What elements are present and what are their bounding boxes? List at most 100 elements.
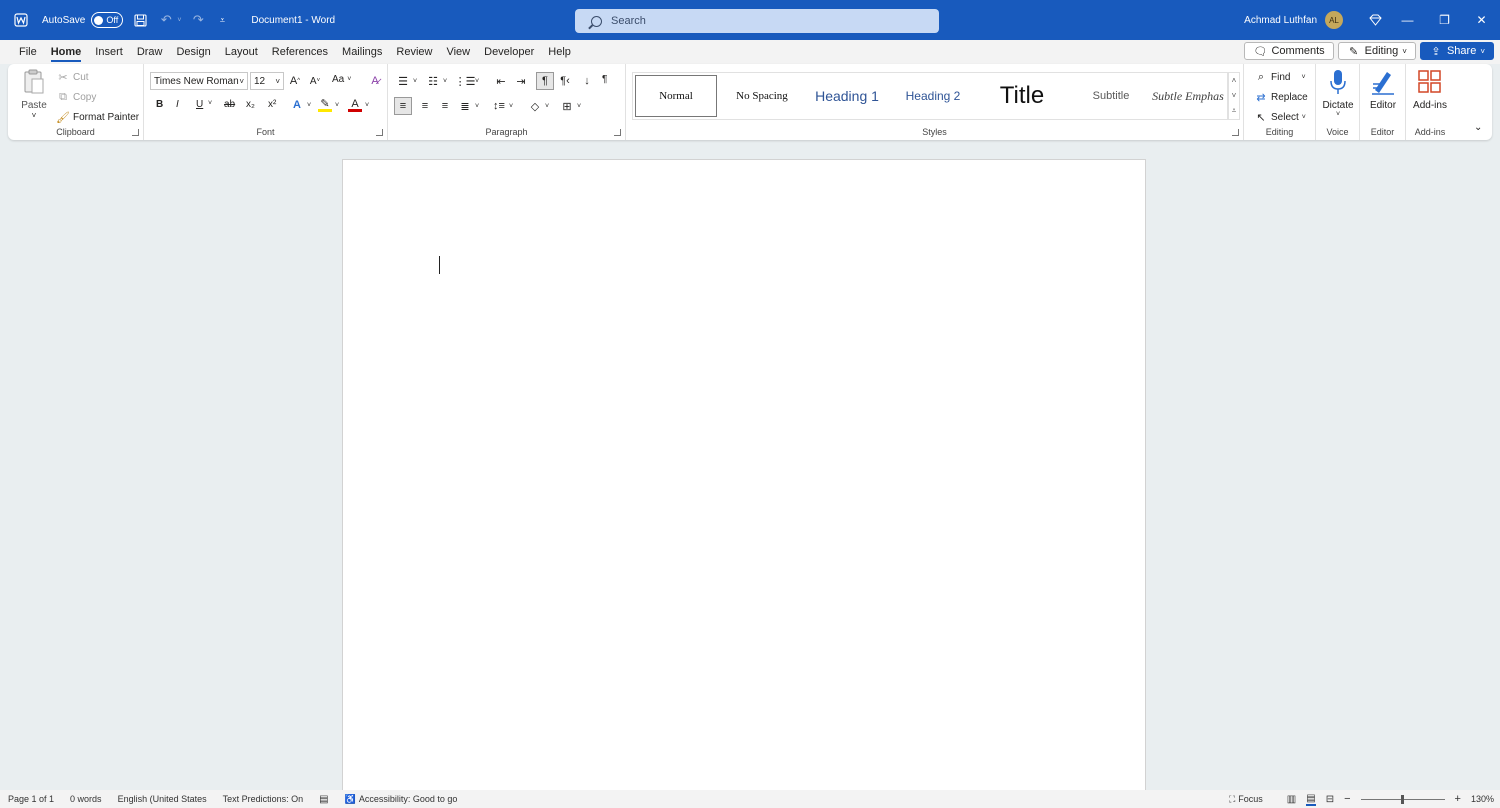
- addins-button[interactable]: Add-ins: [1408, 68, 1452, 111]
- numbering-button[interactable]: ☷ ˅: [426, 74, 447, 88]
- web-layout-icon[interactable]: ⊟: [1326, 794, 1334, 805]
- multilevel-list-button[interactable]: ⋮☰ ˅: [455, 74, 480, 88]
- bold-button[interactable]: B: [156, 99, 163, 110]
- chevron-up-icon[interactable]: ˄: [1232, 76, 1237, 85]
- tab-review[interactable]: Review: [389, 40, 439, 64]
- tab-file[interactable]: File: [12, 40, 44, 64]
- align-left-button[interactable]: ≡: [394, 97, 412, 115]
- align-right-button[interactable]: ≡: [438, 99, 452, 113]
- tab-layout[interactable]: Layout: [218, 40, 265, 64]
- chevron-down-icon[interactable]: ˅: [1232, 91, 1237, 100]
- sort-button[interactable]: ↓: [580, 74, 594, 88]
- dictate-button[interactable]: Dictate ˅: [1316, 68, 1360, 118]
- zoom-out-button[interactable]: −: [1344, 793, 1350, 805]
- share-button[interactable]: ⇪ Share ˅: [1419, 42, 1494, 60]
- tab-mailings[interactable]: Mailings: [335, 40, 389, 64]
- strikethrough-button[interactable]: ab: [224, 99, 235, 110]
- document-page[interactable]: [342, 159, 1146, 791]
- comments-button[interactable]: 🗨 Comments: [1244, 42, 1334, 60]
- search-box[interactable]: Search: [575, 9, 939, 33]
- diamond-premium-icon[interactable]: [1361, 0, 1389, 40]
- find-button[interactable]: ⌕ Find ˅: [1254, 70, 1306, 84]
- zoom-level[interactable]: 130%: [1471, 794, 1494, 804]
- tab-view[interactable]: View: [439, 40, 477, 64]
- align-center-button[interactable]: ≡: [418, 99, 432, 113]
- word-app-icon[interactable]: [12, 11, 30, 29]
- rtl-button[interactable]: ¶‹: [558, 74, 572, 88]
- style-title[interactable]: Title: [977, 75, 1067, 117]
- chevron-down-icon[interactable]: ˅: [1336, 111, 1340, 118]
- user-name[interactable]: Achmad Luthfan: [1244, 15, 1317, 26]
- borders-button[interactable]: ⊞ ˅: [560, 99, 581, 113]
- customize-quick-access-icon[interactable]: ⩡: [213, 11, 231, 29]
- collapse-ribbon-button[interactable]: ⌄: [1474, 122, 1482, 133]
- subscript-button[interactable]: x₂: [246, 99, 255, 110]
- paragraph-launcher-icon[interactable]: [614, 129, 621, 136]
- accessibility-status[interactable]: ♿ Accessibility: Good to go: [345, 794, 458, 805]
- page-count[interactable]: Page 1 of 1: [8, 794, 54, 804]
- read-mode-icon[interactable]: ▥: [1287, 794, 1296, 805]
- ltr-button[interactable]: ¶: [536, 72, 554, 90]
- shading-button[interactable]: ◇ ˅: [528, 99, 549, 113]
- tab-home[interactable]: Home: [44, 40, 89, 64]
- zoom-slider[interactable]: [1360, 794, 1445, 804]
- highlight-button[interactable]: ✎ ˅: [318, 98, 339, 112]
- style-heading-2[interactable]: Heading 2: [891, 75, 975, 117]
- editing-mode-button[interactable]: ✎ Editing ˅: [1337, 42, 1416, 60]
- zoom-slider-thumb[interactable]: [1400, 794, 1404, 804]
- decrease-indent-button[interactable]: ⇤: [494, 74, 508, 88]
- undo-dropdown-icon[interactable]: ˅: [175, 11, 183, 29]
- paste-button[interactable]: Paste ˅: [12, 68, 56, 120]
- grow-font-button[interactable]: A ^: [288, 74, 302, 88]
- word-count[interactable]: 0 words: [70, 794, 102, 804]
- underline-dropdown[interactable]: ˅: [208, 100, 212, 107]
- replace-button[interactable]: ⇄ Replace: [1254, 90, 1307, 104]
- restore-icon[interactable]: ❐: [1426, 0, 1463, 40]
- shrink-font-button[interactable]: A ˅: [308, 74, 322, 88]
- language[interactable]: English (United States: [118, 794, 207, 804]
- zoom-in-button[interactable]: +: [1455, 793, 1461, 805]
- more-styles-icon[interactable]: ⩡: [1232, 106, 1237, 116]
- minimize-icon[interactable]: —: [1389, 0, 1426, 40]
- font-size-combo[interactable]: 12 ˅: [250, 72, 284, 90]
- styles-launcher-icon[interactable]: [1232, 129, 1239, 136]
- avatar[interactable]: AL: [1325, 11, 1343, 29]
- tab-developer[interactable]: Developer: [477, 40, 541, 64]
- style-subtitle[interactable]: Subtitle: [1069, 75, 1153, 117]
- tab-help[interactable]: Help: [541, 40, 578, 64]
- font-name-combo[interactable]: Times New Roman ˅: [150, 72, 248, 90]
- clear-formatting-button[interactable]: A̷: [368, 74, 382, 88]
- editor-button[interactable]: Editor: [1361, 68, 1405, 111]
- save-icon[interactable]: [131, 11, 149, 29]
- autosave-toggle[interactable]: Off: [91, 12, 124, 28]
- font-color-button[interactable]: A ˅: [348, 98, 369, 112]
- select-button[interactable]: ↖ Select ˅: [1254, 110, 1306, 124]
- track-changes-icon[interactable]: ▤: [319, 794, 328, 805]
- close-icon[interactable]: ✕: [1463, 0, 1500, 40]
- change-case-button[interactable]: Aa ˅: [332, 74, 351, 85]
- tab-references[interactable]: References: [265, 40, 335, 64]
- clipboard-launcher-icon[interactable]: [132, 129, 139, 136]
- print-layout-icon[interactable]: ▤: [1306, 793, 1316, 806]
- justify-button[interactable]: ≣ ˅: [458, 99, 479, 113]
- tab-insert[interactable]: Insert: [88, 40, 130, 64]
- tab-design[interactable]: Design: [169, 40, 217, 64]
- redo-icon[interactable]: ↷: [189, 11, 207, 29]
- increase-indent-button[interactable]: ⇥: [514, 74, 528, 88]
- chevron-down-icon[interactable]: ˅: [32, 111, 37, 120]
- text-predictions[interactable]: Text Predictions: On: [223, 794, 304, 804]
- style-no-spacing[interactable]: No Spacing: [721, 75, 803, 117]
- underline-button[interactable]: U: [196, 99, 203, 110]
- italic-button[interactable]: I: [176, 99, 179, 110]
- tab-draw[interactable]: Draw: [130, 40, 170, 64]
- style-subtle-emphasis[interactable]: Subtle Emphas: [1147, 75, 1229, 117]
- show-formatting-button[interactable]: ¶: [602, 74, 607, 85]
- undo-icon[interactable]: ↶: [157, 11, 175, 29]
- text-effects-button[interactable]: A ˅: [290, 98, 311, 112]
- focus-button[interactable]: ⛶ Focus: [1229, 794, 1263, 805]
- cut-button[interactable]: ✂ Cut: [56, 70, 88, 84]
- font-launcher-icon[interactable]: [376, 129, 383, 136]
- bullets-button[interactable]: ☰ ˅: [396, 74, 417, 88]
- copy-button[interactable]: ⧉ Copy: [56, 90, 96, 104]
- style-normal[interactable]: Normal: [635, 75, 717, 117]
